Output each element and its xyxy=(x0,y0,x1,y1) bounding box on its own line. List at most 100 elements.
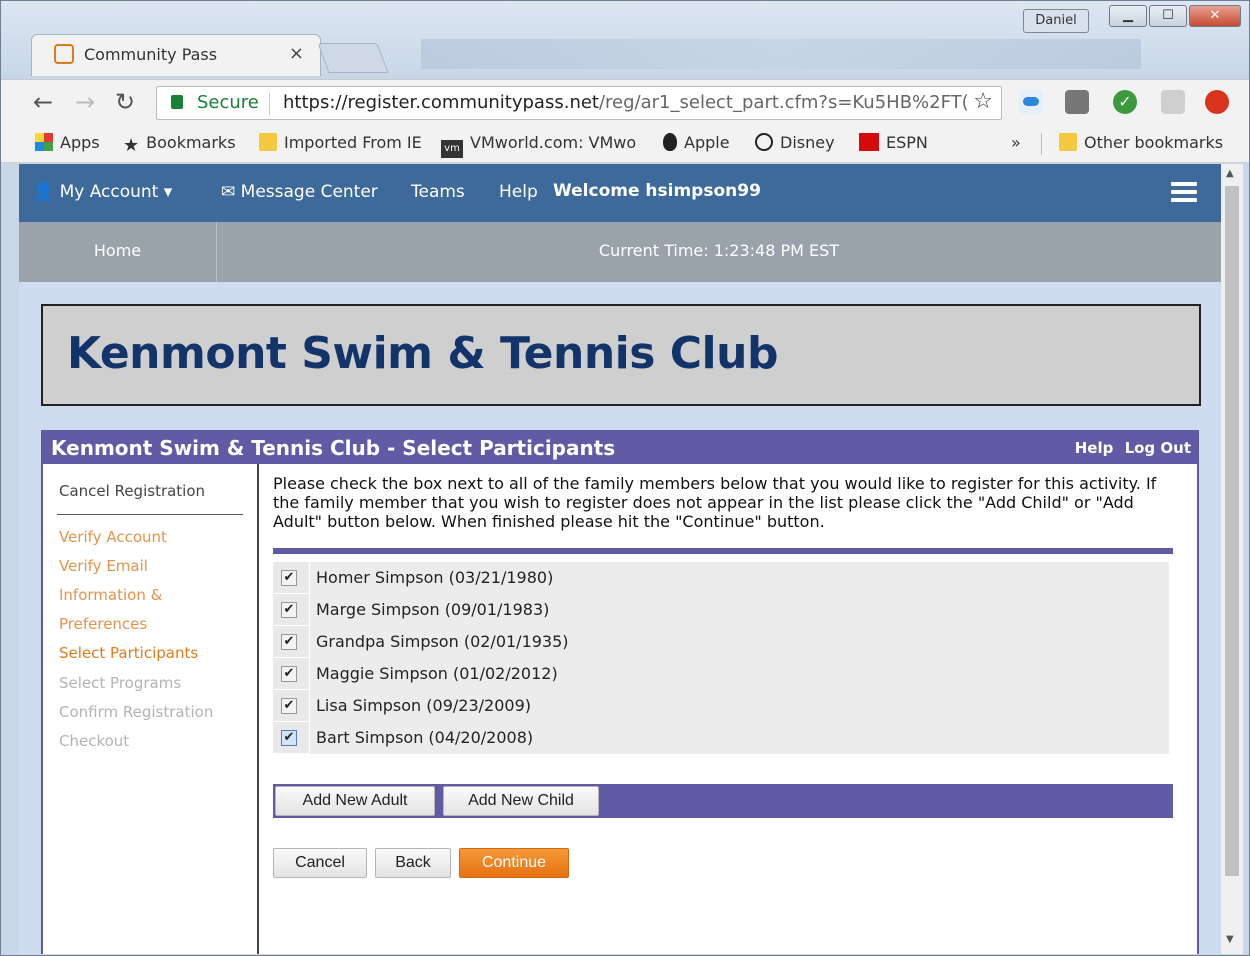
participant-name: Homer Simpson (03/21/1980) xyxy=(316,568,554,587)
participant-checkbox[interactable]: ✔ xyxy=(281,666,297,682)
title-bar: Community Pass × Daniel ▁ ☐ ✕ xyxy=(1,1,1249,81)
participant-row: ✔ Homer Simpson (03/21/1980) xyxy=(273,562,1169,594)
browser-toolbar: ← → ↻ Secure https://register.communityp… xyxy=(1,79,1249,125)
bookmarks-overflow[interactable]: » xyxy=(1011,133,1021,152)
url-host: https://register.communitypass.net xyxy=(283,92,599,113)
message-center-link[interactable]: ✉ Message Center xyxy=(221,182,378,202)
blurred-tab-strip xyxy=(421,39,1141,69)
bookmark-vmworld[interactable]: vm VMworld.com: VMwo xyxy=(441,133,636,158)
scroll-down-icon[interactable]: ▼ xyxy=(1226,934,1234,945)
welcome-text: Welcome hsimpson99 xyxy=(553,181,761,201)
tab-close-icon[interactable]: × xyxy=(289,43,304,64)
bookmark-star-icon[interactable]: ☆ xyxy=(973,89,993,114)
bookmark-apps[interactable]: Apps xyxy=(35,133,100,152)
logout-link[interactable]: Log Out xyxy=(1125,439,1191,457)
step-verify-email[interactable]: Verify Email xyxy=(59,557,148,575)
bookmark-label: Other bookmarks xyxy=(1084,133,1224,152)
scroll-up-icon[interactable]: ▲ xyxy=(1226,168,1234,179)
bookmark-label: Apps xyxy=(60,133,100,152)
panel-help-link[interactable]: Help xyxy=(1075,439,1114,457)
step-preferences[interactable]: Preferences xyxy=(59,615,147,633)
club-banner: Kenmont Swim & Tennis Club xyxy=(41,304,1201,406)
sidebar-divider xyxy=(57,514,243,515)
minimize-button[interactable]: ▁ xyxy=(1109,5,1147,27)
bookmark-espn[interactable]: ESPN xyxy=(859,133,928,152)
bookmarks-separator xyxy=(1041,133,1042,155)
bookmark-apple[interactable]: Apple xyxy=(663,133,730,152)
cloud-extension-icon[interactable] xyxy=(1019,90,1043,114)
add-new-child-button[interactable]: Add New Child xyxy=(443,786,599,816)
participant-name: Lisa Simpson (09/23/2009) xyxy=(316,696,531,715)
apple-icon xyxy=(663,133,677,151)
step-checkout: Checkout xyxy=(59,732,130,750)
help-link[interactable]: Help xyxy=(499,182,538,202)
teams-link[interactable]: Teams xyxy=(411,182,465,202)
step-verify-account[interactable]: Verify Account xyxy=(59,528,167,546)
bookmark-label: VMworld.com: VMwo xyxy=(470,133,637,152)
red-extension-icon[interactable] xyxy=(1205,90,1229,114)
cancel-button[interactable]: Cancel xyxy=(273,848,367,878)
current-time: Current Time: 1:23:48 PM EST xyxy=(598,241,840,260)
apps-grid-icon xyxy=(35,133,53,151)
home-link[interactable]: Home xyxy=(19,222,217,282)
step-select-programs: Select Programs xyxy=(59,674,182,692)
select-participants-panel: Kenmont Swim & Tennis Club - Select Part… xyxy=(41,430,1199,954)
bookmark-label: ESPN xyxy=(886,133,928,152)
close-window-button[interactable]: ✕ xyxy=(1189,5,1241,27)
folder-icon xyxy=(259,133,277,151)
profile-chip[interactable]: Daniel xyxy=(1023,9,1089,33)
address-bar[interactable]: Secure https://register.communitypass.ne… xyxy=(156,86,1002,120)
browser-tab[interactable]: Community Pass × xyxy=(31,34,321,76)
step-information[interactable]: Information & xyxy=(59,586,162,604)
content-divider xyxy=(273,548,1173,554)
pdf-extension-icon[interactable] xyxy=(1161,90,1185,114)
add-new-adult-button[interactable]: Add New Adult xyxy=(275,786,435,816)
maximize-button[interactable]: ☐ xyxy=(1149,5,1187,27)
espn-icon xyxy=(859,133,879,151)
forward-arrow-icon[interactable]: → xyxy=(75,88,95,116)
participant-checkbox[interactable]: ✔ xyxy=(281,634,297,650)
panel-title: Kenmont Swim & Tennis Club - Select Part… xyxy=(51,436,616,460)
hamburger-menu-icon[interactable] xyxy=(1171,182,1197,202)
participant-name: Marge Simpson (09/01/1983) xyxy=(316,600,550,619)
scroll-thumb[interactable] xyxy=(1225,186,1239,876)
new-tab-button[interactable] xyxy=(317,43,389,73)
instructions-text: Please check the box next to all of the … xyxy=(273,474,1157,531)
step-confirm-registration: Confirm Registration xyxy=(59,703,214,721)
browser-window: Community Pass × Daniel ▁ ☐ ✕ ← → ↻ Secu… xyxy=(0,0,1250,956)
my-account-menu[interactable]: 👤 My Account ▾ xyxy=(33,182,172,202)
lock-icon xyxy=(171,95,183,109)
sub-nav-bar: Home Current Time: 1:23:48 PM EST xyxy=(19,222,1221,282)
star-icon: ★ xyxy=(123,135,140,156)
club-name-heading: Kenmont Swim & Tennis Club xyxy=(67,328,778,379)
square-extension-icon[interactable] xyxy=(1065,90,1089,114)
bookmark-disney[interactable]: Disney xyxy=(755,133,835,152)
participant-checkbox[interactable]: ✔ xyxy=(281,602,297,618)
secure-label: Secure xyxy=(197,92,259,113)
panel-header-links: Help Log Out xyxy=(1069,439,1191,457)
window-controls: ▁ ☐ ✕ xyxy=(1109,5,1241,27)
user-icon: 👤 xyxy=(33,182,55,202)
bookmarks-bar: Apps ★ Bookmarks Imported From IE vm VMwor… xyxy=(1,125,1249,163)
participant-row: ✔ Grandpa Simpson (02/01/1935) xyxy=(273,626,1169,658)
continue-button[interactable]: Continue xyxy=(459,848,569,878)
back-arrow-icon[interactable]: ← xyxy=(33,88,53,116)
url-text[interactable]: https://register.communitypass.net/reg/a… xyxy=(283,92,973,113)
participant-checkbox[interactable]: ✔ xyxy=(281,730,297,746)
participant-row: ✔ Bart Simpson (04/20/2008) xyxy=(273,722,1169,754)
participant-name: Grandpa Simpson (02/01/1935) xyxy=(316,632,569,651)
participants-list: ✔ Homer Simpson (03/21/1980) ✔ Marge Sim… xyxy=(273,562,1169,754)
step-select-participants[interactable]: Select Participants xyxy=(59,644,198,662)
tab-title: Community Pass xyxy=(84,45,218,64)
page-scrollbar[interactable]: ▲ ▼ xyxy=(1221,164,1243,954)
bookmark-imported-from-ie[interactable]: Imported From IE xyxy=(259,133,422,152)
cancel-registration-link[interactable]: Cancel Registration xyxy=(59,482,205,500)
other-bookmarks[interactable]: Other bookmarks xyxy=(1059,133,1223,152)
check-extension-icon[interactable]: ✓ xyxy=(1113,90,1137,114)
participant-checkbox[interactable]: ✔ xyxy=(281,570,297,586)
disney-icon xyxy=(755,133,773,151)
bookmark-bookmarks[interactable]: ★ Bookmarks xyxy=(123,133,236,156)
participant-checkbox[interactable]: ✔ xyxy=(281,698,297,714)
reload-icon[interactable]: ↻ xyxy=(115,88,135,116)
back-button[interactable]: Back xyxy=(375,848,451,878)
